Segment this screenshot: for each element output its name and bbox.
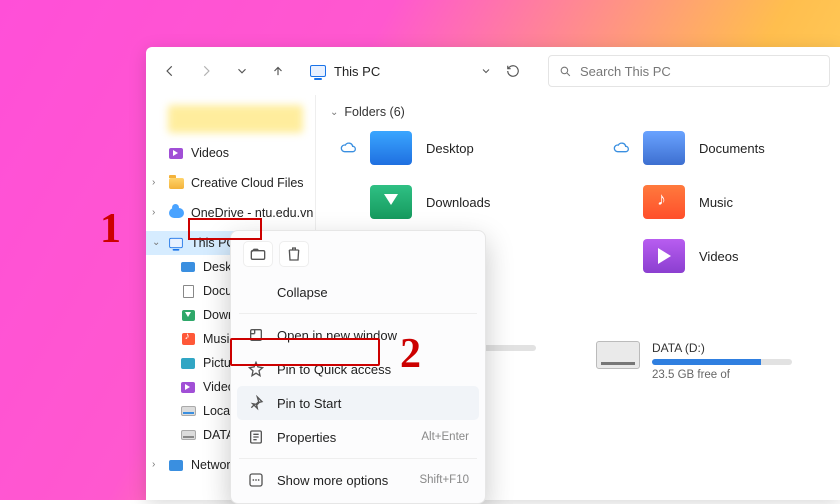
context-collapse[interactable]: Collapse: [237, 275, 479, 309]
folder-icon: [643, 239, 685, 273]
folder-downloads[interactable]: Downloads: [340, 185, 553, 219]
properties-icon: [247, 428, 265, 446]
annotation-2: 2: [400, 330, 421, 378]
search-placeholder: Search This PC: [580, 64, 671, 79]
folder-icon: [370, 185, 412, 219]
menu-separator: [239, 313, 477, 314]
chevron-down-icon[interactable]: [228, 57, 256, 85]
forward-button[interactable]: [192, 57, 220, 85]
context-show-more[interactable]: Show more options Shift+F10: [237, 463, 479, 497]
annotation-box-1: [188, 218, 262, 240]
folder-icon: [370, 131, 412, 165]
up-button[interactable]: [264, 57, 292, 85]
expand-icon[interactable]: ›: [152, 177, 155, 188]
expand-icon[interactable]: ›: [152, 459, 155, 470]
delete-button[interactable]: [279, 241, 309, 267]
this-pc-icon: [310, 65, 326, 77]
expand-icon[interactable]: ›: [152, 207, 155, 218]
folder-desktop[interactable]: Desktop: [340, 131, 553, 165]
address-bar[interactable]: This PC: [300, 55, 530, 87]
collapse-icon[interactable]: ⌄: [152, 237, 160, 248]
folder-videos[interactable]: Videos: [613, 239, 826, 273]
folder-icon: [643, 185, 685, 219]
drive-icon: [596, 341, 640, 369]
context-pin-to-start[interactable]: Pin to Start: [237, 386, 479, 420]
context-menu: Collapse Open in new window Pin to Quick…: [230, 230, 486, 504]
more-icon: [247, 471, 265, 489]
back-button[interactable]: [156, 57, 184, 85]
folder-documents[interactable]: Documents: [613, 131, 826, 165]
context-menu-toolbar: [237, 237, 479, 275]
folder-music[interactable]: Music: [613, 185, 826, 219]
search-icon: [559, 65, 572, 78]
drive-usage-bar: [652, 359, 792, 365]
drive-d[interactable]: DATA (D:) 23.5 GB free of: [596, 341, 792, 381]
cloud-status-icon: [613, 141, 629, 156]
toolbar: This PC Search This PC: [146, 47, 840, 95]
new-folder-button[interactable]: [243, 241, 273, 267]
sidebar-item-videos[interactable]: Videos: [146, 141, 315, 165]
chevron-down-icon[interactable]: [480, 65, 492, 77]
context-properties[interactable]: Properties Alt+Enter: [237, 420, 479, 454]
sidebar-item-creative-cloud[interactable]: ›Creative Cloud Files: [146, 171, 315, 195]
address-text: This PC: [334, 64, 380, 79]
refresh-icon[interactable]: [506, 64, 520, 78]
blurred-region: [168, 105, 303, 133]
chevron-down-icon: ⌄: [330, 107, 338, 118]
search-input[interactable]: Search This PC: [548, 55, 830, 87]
context-pin-quick-access[interactable]: Pin to Quick access: [237, 352, 479, 386]
pin-icon: [247, 394, 265, 412]
context-open-new-window[interactable]: Open in new window: [237, 318, 479, 352]
folders-group-header[interactable]: ⌄ Folders (6): [330, 105, 826, 119]
annotation-1: 1: [100, 205, 121, 253]
cloud-status-icon: [340, 141, 356, 156]
open-window-icon: [247, 326, 265, 344]
menu-separator: [239, 458, 477, 459]
folder-icon: [643, 131, 685, 165]
star-icon: [247, 360, 265, 378]
